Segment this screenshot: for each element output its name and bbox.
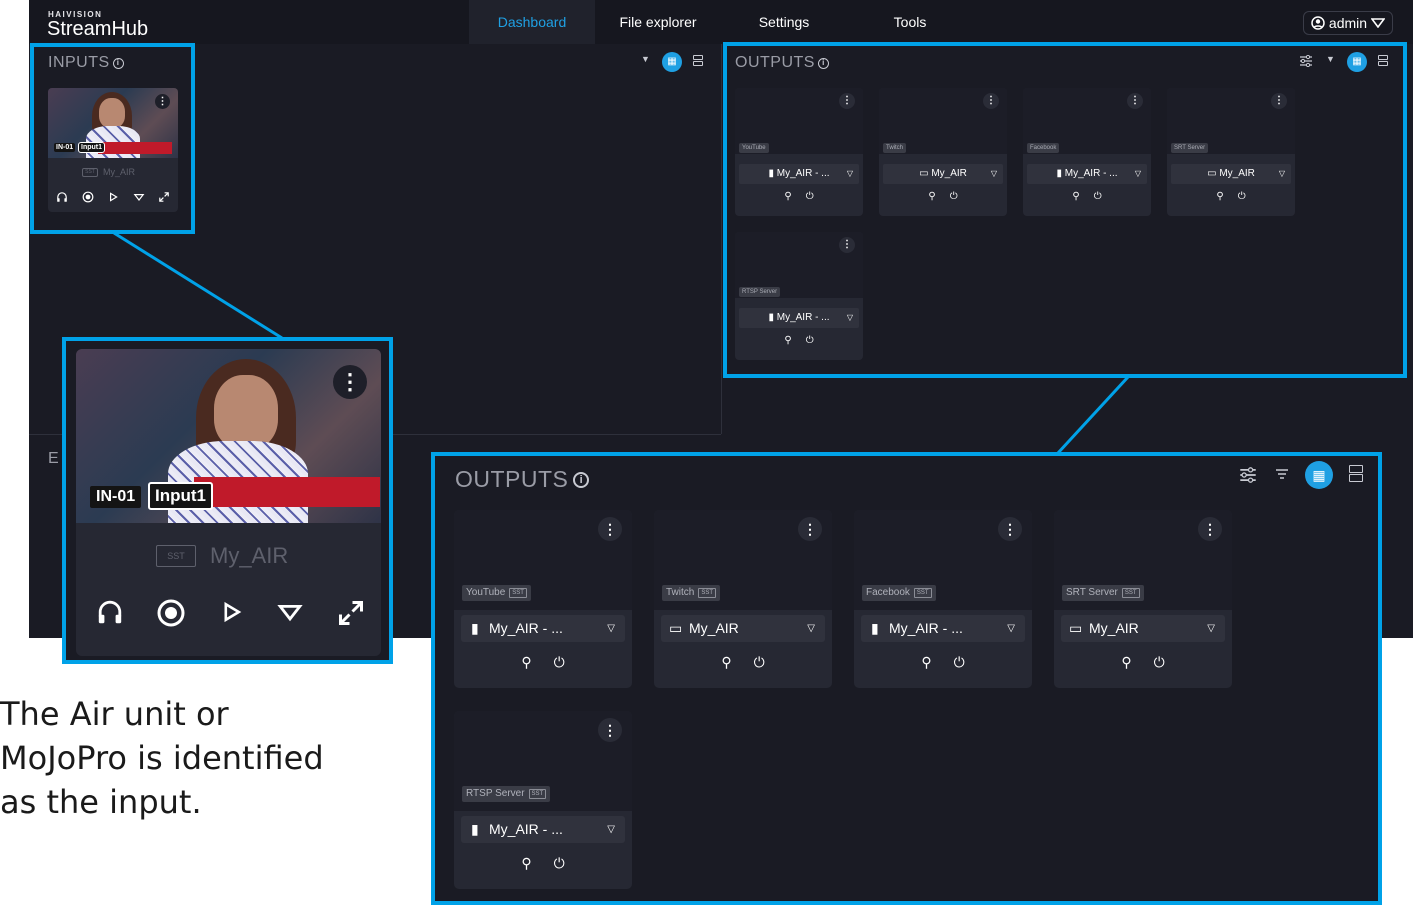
caption-text: The Air unit or MoJoPro is identified as…: [0, 695, 324, 821]
zoomed-input-panel: IN-01 Input1 ⋮ SST My_AIR: [62, 337, 393, 664]
link-icon[interactable]: ⚲: [521, 654, 531, 671]
power-icon[interactable]: ⏻: [554, 654, 565, 671]
filter-icon[interactable]: [1275, 468, 1289, 480]
output-source-value: My_AIR - ...: [889, 620, 963, 636]
output-actions: ⚲ ⏻: [654, 654, 832, 671]
output-source-value: My_AIR: [689, 620, 739, 636]
more-options-icon[interactable]: ⋮: [333, 365, 367, 399]
more-options-icon[interactable]: ⋮: [1198, 517, 1222, 541]
input-overlay-id: IN-01: [90, 486, 142, 508]
outputs-title-text: OUTPUTS: [455, 466, 569, 492]
output-platform: YouTube SST: [462, 585, 531, 601]
output-source-select[interactable]: ▮ My_AIR - ... ▽: [861, 615, 1025, 642]
output-platform-name: SRT Server: [1066, 587, 1118, 598]
output-platform-name: RTSP Server: [466, 788, 525, 799]
output-card[interactable]: ⋮ YouTube SST ▮ My_AIR - ... ▽ ⚲ ⏻: [454, 510, 632, 688]
power-icon[interactable]: ⏻: [1154, 654, 1165, 671]
sst-camera-icon: ▭: [1069, 620, 1083, 636]
chevron-down-icon: ▽: [1007, 623, 1015, 634]
output-platform-name: Facebook: [866, 587, 910, 598]
chevron-down-icon: ▽: [1207, 623, 1215, 634]
output-platform: RTSP Server SST: [462, 786, 551, 802]
more-options-icon[interactable]: ⋮: [798, 517, 822, 541]
play-icon[interactable]: [218, 598, 244, 626]
chevron-down-icon: ▽: [807, 623, 815, 634]
sst-camera-icon: SST: [156, 545, 196, 567]
zoomed-outputs-panel: OUTPUTS i ▦ ⋮ YouTube SST ▮ My_AIR - ... ▽ …: [431, 452, 1382, 905]
chevron-down-icon: ▽: [607, 824, 615, 835]
power-icon[interactable]: ⏻: [754, 654, 765, 671]
input-overlay-name: Input1: [148, 482, 213, 510]
output-platform: Facebook SST: [862, 585, 936, 601]
output-source-select[interactable]: ▮ My_AIR - ... ▽: [461, 615, 625, 642]
output-card[interactable]: ⋮ Twitch SST ▭ My_AIR ▽ ⚲ ⏻: [654, 510, 832, 688]
input-card-zoomed[interactable]: IN-01 Input1 ⋮ SST My_AIR: [76, 349, 381, 656]
output-actions: ⚲ ⏻: [454, 654, 632, 671]
dropdown-icon[interactable]: [276, 598, 304, 626]
output-source-value: My_AIR: [1089, 620, 1139, 636]
output-platform: Twitch SST: [662, 585, 721, 601]
output-actions: ⚲ ⏻: [854, 654, 1032, 671]
output-card[interactable]: ⋮ Facebook SST ▮ My_AIR - ... ▽ ⚲ ⏻: [854, 510, 1032, 688]
headphones-icon[interactable]: [96, 598, 124, 626]
expand-icon[interactable]: [336, 598, 366, 628]
output-source-value: My_AIR - ...: [489, 620, 563, 636]
more-options-icon[interactable]: ⋮: [598, 718, 622, 742]
output-card[interactable]: ⋮ SRT Server SST ▭ My_AIR ▽ ⚲ ⏻: [1054, 510, 1232, 688]
input-source: SST My_AIR: [156, 543, 288, 569]
file-icon: ▮: [871, 620, 879, 636]
output-source-select[interactable]: ▮ My_AIR - ... ▽: [461, 816, 625, 843]
output-source-select[interactable]: ▭ My_AIR ▽: [661, 615, 825, 642]
power-icon[interactable]: ⏻: [554, 855, 565, 872]
list-view-button[interactable]: [1347, 464, 1365, 486]
output-actions: ⚲ ⏻: [1054, 654, 1232, 671]
input-source-name: My_AIR: [210, 543, 289, 568]
output-card[interactable]: ⋮ RTSP Server SST ▮ My_AIR - ... ▽ ⚲ ⏻: [454, 711, 632, 889]
output-platform-name: Twitch: [666, 587, 695, 598]
output-platform: SRT Server SST: [1062, 585, 1144, 601]
link-icon[interactable]: ⚲: [721, 654, 731, 671]
link-icon[interactable]: ⚲: [921, 654, 931, 671]
file-icon: ▮: [471, 821, 479, 837]
output-source-value: My_AIR - ...: [489, 821, 563, 837]
record-icon[interactable]: [156, 598, 186, 628]
sst-camera-icon: ▭: [669, 620, 683, 636]
link-icon[interactable]: ⚲: [1121, 654, 1131, 671]
power-icon[interactable]: ⏻: [954, 654, 965, 671]
chevron-down-icon: ▽: [607, 623, 615, 634]
more-options-icon[interactable]: ⋮: [598, 517, 622, 541]
sliders-icon[interactable]: [1239, 467, 1257, 483]
outputs-title: OUTPUTS i: [455, 466, 590, 493]
output-platform-name: YouTube: [466, 587, 506, 598]
output-source-select[interactable]: ▭ My_AIR ▽: [1061, 615, 1225, 642]
input-controls: [96, 598, 366, 628]
grid-view-button[interactable]: ▦: [1305, 461, 1333, 489]
file-icon: ▮: [471, 620, 479, 636]
output-actions: ⚲ ⏻: [454, 855, 632, 872]
link-icon[interactable]: ⚲: [521, 855, 531, 872]
more-options-icon[interactable]: ⋮: [998, 517, 1022, 541]
info-icon[interactable]: i: [573, 471, 590, 488]
